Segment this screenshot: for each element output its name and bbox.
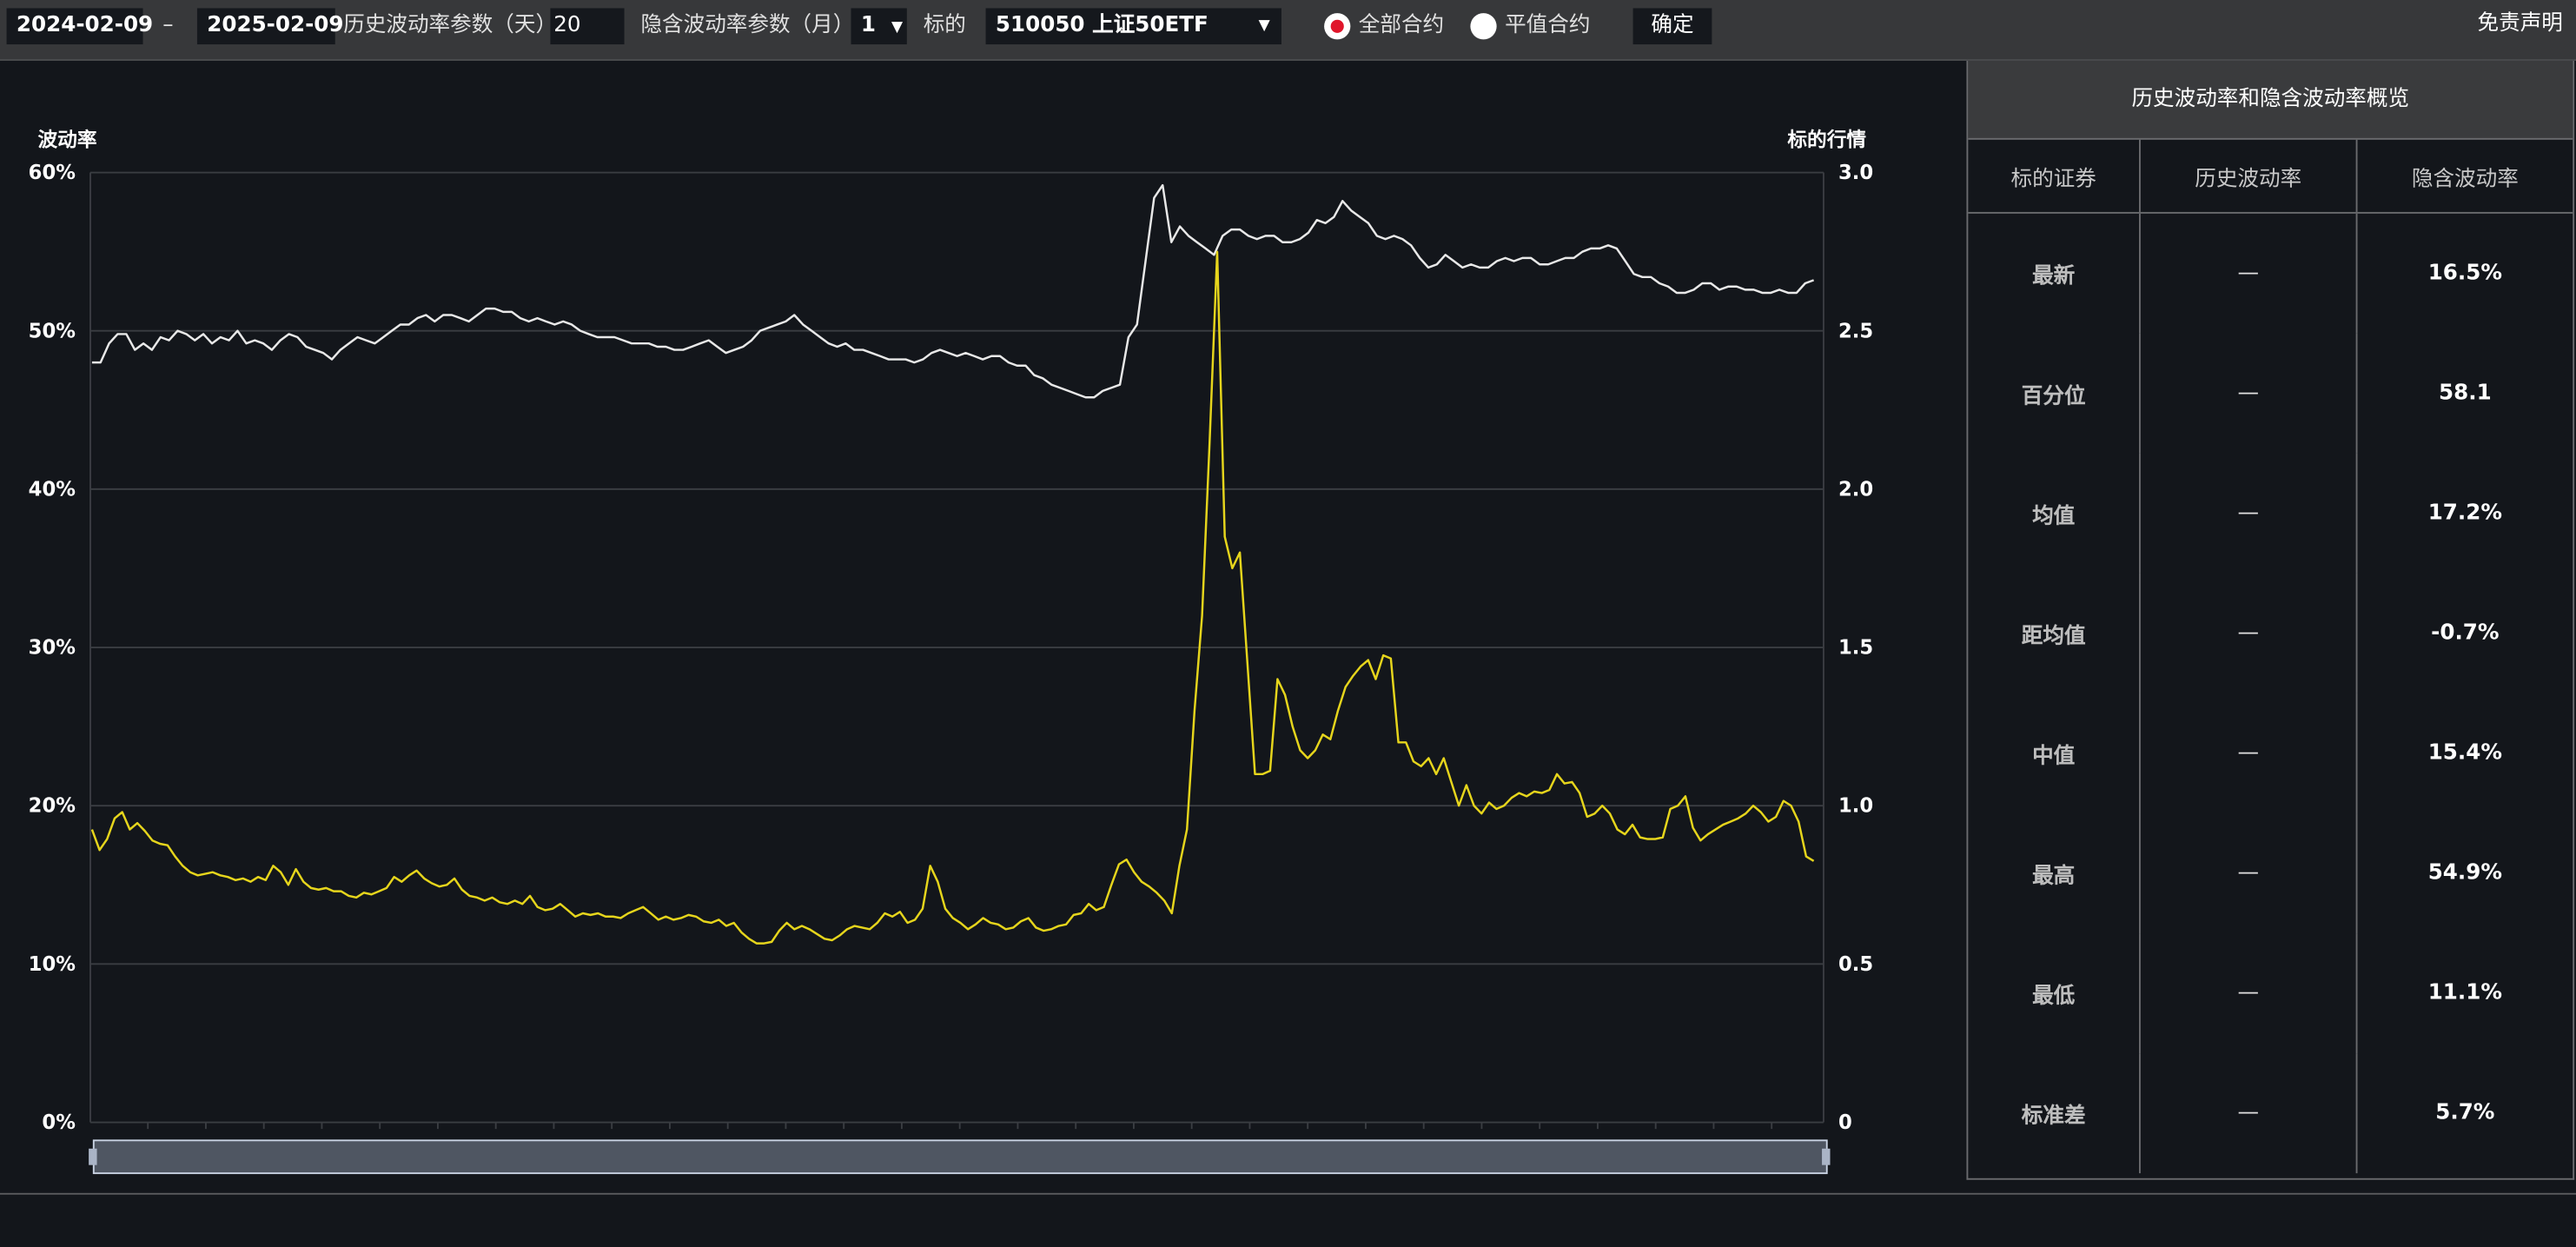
implied-vol-cell: 17.2%	[2427, 501, 2502, 527]
end-date-input[interactable]: 2025-02-09	[196, 8, 344, 45]
app-root: 2024-02-09 – 2025-02-09 历史波动率参数（天） 20 隐含…	[0, 0, 2576, 1247]
implied-vol-cell: 11.1%	[2427, 980, 2502, 1006]
table-row: 均值 — 17.2%	[1968, 453, 2573, 574]
range-slider-right-handle[interactable]	[1822, 1148, 1831, 1165]
chart-svg: 波动率 标的行情 0% 0 10% 0.5 20% 1.0 30% 1.5 40% 2.0 50% 2…	[29, 128, 1873, 1175]
confirm-button[interactable]: 确定	[1632, 8, 1712, 45]
left-tick-label: 20%	[29, 795, 76, 818]
right-tick-label: 0	[1838, 1111, 1852, 1134]
toolbar: 2024-02-09 – 2025-02-09 历史波动率参数（天） 20 隐含…	[0, 0, 2576, 61]
underlying-select[interactable]: 510050 上证50ETF ▼	[985, 8, 1281, 45]
implied-param-value: 1	[860, 13, 876, 38]
chevron-down-icon: ▼	[891, 19, 904, 36]
underlying-label: 标的	[923, 13, 966, 38]
radio-atm-contracts[interactable]	[1470, 13, 1497, 40]
radio-all-label[interactable]: 全部合约	[1359, 8, 1444, 44]
left-tick-label: 0%	[42, 1111, 76, 1134]
table-row: 最低 — 11.1%	[1968, 933, 2573, 1054]
left-tick-label: 30%	[29, 637, 76, 660]
implied-vol-cell: 16.5%	[2427, 261, 2502, 287]
chevron-down-icon: ▼	[1258, 17, 1270, 35]
hist-vol-cell: —	[2141, 813, 2358, 934]
implied-vol-cell: 54.9%	[2427, 860, 2502, 886]
row-label: 最低	[1968, 933, 2141, 1054]
table-row: 距均值 — -0.7%	[1968, 573, 2573, 693]
date-range-separator: –	[162, 13, 174, 38]
range-slider-track[interactable]	[92, 1139, 1828, 1175]
table-row: 最高 — 54.9%	[1968, 813, 2573, 934]
header-implied-vol: 隐含波动率	[2411, 166, 2519, 192]
left-tick-label: 60%	[29, 162, 76, 184]
right-axis-title: 标的行情	[1787, 128, 1866, 151]
left-tick-label: 50%	[29, 320, 76, 342]
hist-vol-cell: —	[2141, 573, 2358, 693]
row-label: 标准差	[1968, 1053, 2141, 1174]
left-tick-label: 10%	[29, 953, 76, 976]
row-label: 最新	[1968, 213, 2141, 334]
right-tick-label: 2.0	[1838, 478, 1873, 501]
grid-lines	[89, 171, 1824, 1130]
row-label: 百分位	[1968, 333, 2141, 454]
price-series-line	[91, 183, 1815, 399]
volatility-chart: 波动率 标的行情 0% 0 10% 0.5 20% 1.0 30% 1.5 40% 2.0 50% 2…	[0, 61, 1965, 1195]
left-axis-title: 波动率	[37, 128, 96, 151]
implied-vol-cell: 5.7%	[2435, 1100, 2495, 1126]
radio-atm-label[interactable]: 平值合约	[1505, 8, 1590, 44]
hist-vol-cell: —	[2141, 213, 2358, 334]
right-tick-label: 2.5	[1838, 320, 1873, 342]
row-label: 最高	[1968, 813, 2141, 934]
panel-title: 历史波动率和隐含波动率概览	[1968, 60, 2573, 140]
range-slider-left-handle[interactable]	[89, 1148, 97, 1165]
row-label: 中值	[1968, 693, 2141, 814]
right-tick-label: 0.5	[1838, 953, 1873, 976]
implied-vol-cell: 58.1	[2439, 381, 2492, 407]
table-row: 百分位 — 58.1	[1968, 333, 2573, 454]
hist-vol-cell: —	[2141, 693, 2358, 814]
table-row: 标准差 — 5.7%	[1968, 1053, 2573, 1174]
implied-vol-cell: -0.7%	[2431, 620, 2500, 647]
hist-vol-cell: —	[2141, 453, 2358, 574]
table-row: 最新 — 16.5%	[1968, 213, 2573, 334]
radio-selected-dot	[1330, 19, 1344, 33]
table-row: 中值 — 15.4%	[1968, 693, 2573, 814]
right-tick-label: 3.0	[1838, 162, 1873, 184]
range-slider[interactable]	[89, 1139, 1831, 1175]
table-header-row: 标的证券 历史波动率 隐含波动率	[1968, 139, 2573, 214]
implied-param-select[interactable]: 1 ▼	[851, 8, 907, 45]
hist-param-label: 历史波动率参数（天）	[343, 13, 558, 38]
header-hist-vol: 历史波动率	[2141, 139, 2358, 212]
header-underlying: 标的证券	[1968, 139, 2141, 212]
right-tick-label: 1.5	[1838, 637, 1873, 660]
underlying-value: 510050 上证50ETF	[995, 13, 1209, 38]
implied-param-label: 隐含波动率参数（月）	[640, 13, 855, 38]
right-tick-label: 1.0	[1838, 795, 1873, 818]
row-label: 距均值	[1968, 573, 2141, 693]
bottom-divider	[0, 1192, 2576, 1195]
hist-vol-cell: —	[2141, 1053, 2358, 1174]
start-date-input[interactable]: 2024-02-09	[6, 8, 153, 45]
series-lines	[90, 183, 1815, 945]
overview-panel: 历史波动率和隐含波动率概览 标的证券 历史波动率 隐含波动率 最新 — 16.5…	[1966, 60, 2575, 1180]
overview-table: 标的证券 历史波动率 隐含波动率 最新 — 16.5% 百分位 — 58.1 均…	[1968, 139, 2573, 1174]
left-tick-label: 40%	[29, 478, 76, 501]
row-label: 均值	[1968, 453, 2141, 574]
hist-param-input[interactable]: 20	[550, 8, 625, 45]
radio-all-contracts[interactable]	[1324, 13, 1351, 40]
hist-vol-cell: —	[2141, 933, 2358, 1054]
hist-vol-cell: —	[2141, 333, 2358, 454]
implied-vol-cell: 15.4%	[2427, 740, 2502, 766]
disclaimer-link[interactable]: 免责声明	[2478, 7, 2563, 43]
